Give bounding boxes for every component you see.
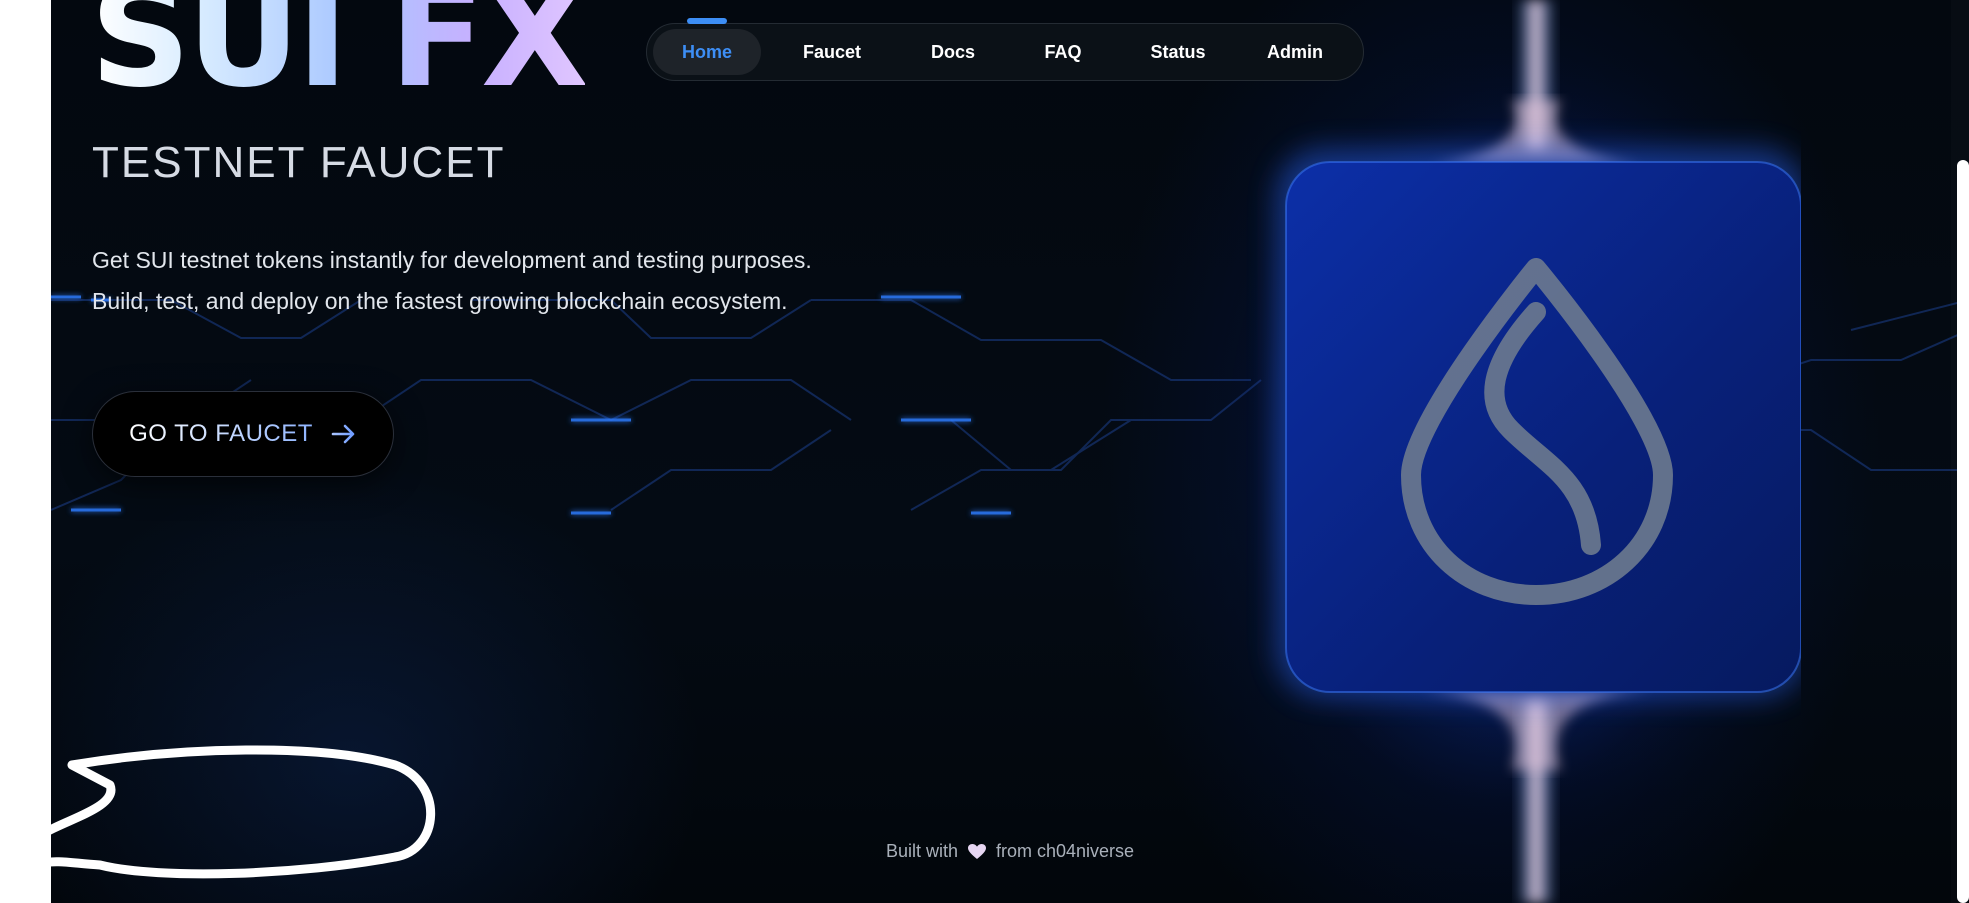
scribble-annotation: [0, 745, 436, 879]
heart-icon: [967, 844, 986, 860]
arrow-right-icon: [331, 424, 355, 444]
go-to-faucet-button[interactable]: GO TO FAUCET: [92, 391, 394, 477]
description-line-2: Build, test, and deploy on the fastest g…: [92, 288, 788, 314]
go-to-faucet-label: GO TO FAUCET: [129, 420, 313, 447]
footer-prefix: Built with: [885, 841, 958, 861]
nav-item-faq-label: FAQ: [1044, 41, 1082, 62]
sui-logo-graphic: [1181, 0, 1801, 903]
page-subtitle: TESTNET FAUCET: [92, 138, 506, 187]
nav-item-faucet[interactable]: Faucet: [761, 29, 903, 75]
scrollbar-thumb[interactable]: [1957, 160, 1969, 903]
hero-description: Get SUI testnet tokens instantly for dev…: [92, 240, 812, 322]
nav-item-faucet-label: Faucet: [802, 41, 862, 62]
active-indicator: [687, 18, 727, 24]
footer-suffix: from ch04niverse: [995, 841, 1135, 861]
description-line-1: Get SUI testnet tokens instantly for dev…: [92, 247, 812, 273]
app-title: SUI FX: [90, 0, 589, 108]
nav-item-home[interactable]: Home: [653, 18, 761, 75]
nav-item-home-label: Home: [681, 41, 732, 62]
nav-item-docs-label: Docs: [930, 41, 975, 62]
nav-item-faq[interactable]: FAQ: [1003, 29, 1123, 75]
nav-item-docs[interactable]: Docs: [903, 29, 1003, 75]
